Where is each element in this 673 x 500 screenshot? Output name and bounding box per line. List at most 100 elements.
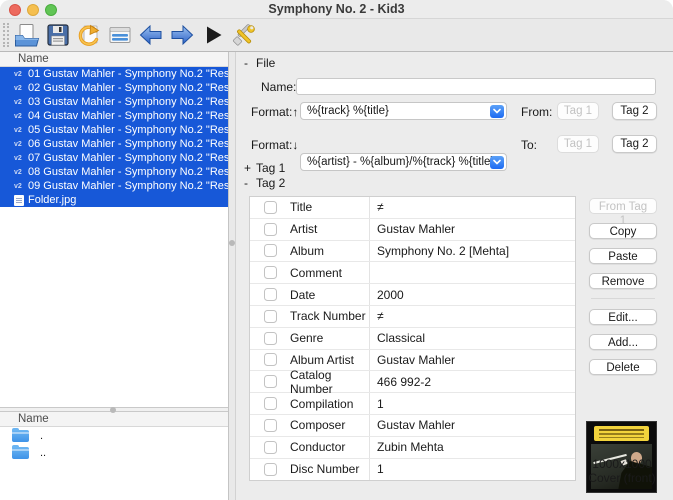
file-row[interactable]: v2 06 Gustav Mahler - Symphony No.2 "Res… [0, 137, 228, 151]
revert-button[interactable] [75, 21, 104, 50]
frame-checkbox[interactable] [264, 223, 277, 236]
folder-row[interactable]: .. [0, 444, 228, 461]
file-row[interactable]: v2 02 Gustav Mahler - Symphony No.2 "Res… [0, 81, 228, 95]
file-name: Folder.jpg [28, 194, 76, 206]
file-name: 03 Gustav Mahler - Symphony No.2 "Resurr [28, 96, 228, 108]
file-row[interactable]: v2 01 Gustav Mahler - Symphony No.2 "Res… [0, 67, 228, 81]
frame-checkbox[interactable] [264, 266, 277, 279]
frame-checkbox[interactable] [264, 397, 277, 410]
name-label: Name: [261, 80, 296, 94]
frame-row: Title ≠ [250, 197, 575, 219]
tag2-section-toggle[interactable]: -Tag 2 [244, 176, 285, 190]
frame-checkbox[interactable] [264, 244, 277, 257]
next-file-button[interactable] [168, 21, 197, 50]
frame-checkbox[interactable] [264, 463, 277, 476]
tag1-section-toggle[interactable]: +Tag 1 [244, 161, 285, 175]
frame-value[interactable]: Symphony No. 2 [Mehta] [370, 244, 575, 258]
file-row[interactable]: v2 07 Gustav Mahler - Symphony No.2 "Res… [0, 151, 228, 165]
tag1-section-label: Tag 1 [256, 161, 285, 175]
previous-file-button[interactable] [137, 21, 166, 50]
tag-v2-badge-icon: v2 [14, 141, 28, 148]
revert-icon [76, 22, 102, 48]
file-name: 08 Gustav Mahler - Symphony No.2 "Resurr [28, 166, 228, 178]
file-row-image[interactable]: Folder.jpg [0, 193, 228, 207]
file-row[interactable]: v2 05 Gustav Mahler - Symphony No.2 "Res… [0, 123, 228, 137]
tag2-edit-button[interactable]: Edit... [589, 309, 657, 325]
folder-list: . .. [0, 427, 228, 461]
tag-v2-badge-icon: v2 [14, 169, 28, 176]
format-from-filename-combo[interactable]: %{track} %{title} [300, 102, 507, 120]
play-button[interactable] [199, 21, 228, 50]
frame-value[interactable]: 1 [370, 462, 575, 476]
file-row[interactable]: v2 09 Gustav Mahler - Symphony No.2 "Res… [0, 179, 228, 193]
frame-value[interactable]: Gustav Mahler [370, 353, 575, 367]
arrow-right-icon [169, 22, 195, 48]
frame-value[interactable]: 466 992-2 [370, 375, 575, 389]
horizontal-splitter[interactable] [0, 407, 228, 412]
buttons-separator [591, 298, 655, 299]
frame-checkbox-cell [250, 353, 277, 366]
frame-value[interactable]: Classical [370, 331, 575, 345]
frame-value[interactable]: 2000 [370, 288, 575, 302]
file-name: 05 Gustav Mahler - Symphony No.2 "Resurr [28, 124, 228, 136]
frame-checkbox[interactable] [264, 332, 277, 345]
combo-value: %{artist} - %{album}/%{track} %{title} [307, 156, 494, 168]
frame-row: Date 2000 [250, 284, 575, 306]
frame-value[interactable]: 1 [370, 397, 575, 411]
file-row[interactable]: v2 03 Gustav Mahler - Symphony No.2 "Res… [0, 95, 228, 109]
frame-value[interactable]: Zubin Mehta [370, 440, 575, 454]
frame-label: Title [277, 197, 370, 218]
frame-value[interactable]: ≠ [370, 200, 575, 214]
to-tag2-button[interactable]: Tag 2 [612, 135, 657, 153]
tag-v2-badge-icon: v2 [14, 127, 28, 134]
frame-checkbox[interactable] [264, 441, 277, 454]
tag2-action-button[interactable]: Paste [589, 248, 657, 264]
folder-row[interactable]: . [0, 427, 228, 444]
dg-cartouche [594, 426, 649, 441]
tag2-edit-button[interactable]: Add... [589, 334, 657, 350]
from-tag2-button[interactable]: Tag 2 [612, 102, 657, 120]
file-list-header[interactable]: Name [0, 52, 228, 67]
main-area: Name v2 01 Gustav Mahler - Symphony No.2… [0, 52, 673, 500]
frame-checkbox[interactable] [264, 375, 277, 388]
frame-row: Comment [250, 262, 575, 284]
save-icon [45, 22, 71, 48]
frame-checkbox[interactable] [264, 201, 277, 214]
chevron-down-icon [490, 105, 504, 118]
playlist-button[interactable] [106, 21, 135, 50]
tag2-edit-button[interactable]: Delete [589, 359, 657, 375]
frame-row: Composer Gustav Mahler [250, 415, 575, 437]
frame-value[interactable]: ≠ [370, 309, 575, 323]
settings-button[interactable] [230, 21, 259, 50]
from-tag1-button: Tag 1 [557, 102, 599, 120]
frame-checkbox[interactable] [264, 419, 277, 432]
collapse-indicator: - [244, 56, 256, 70]
vertical-splitter[interactable] [229, 52, 236, 500]
save-button[interactable] [44, 21, 73, 50]
file-name: 07 Gustav Mahler - Symphony No.2 "Resurr [28, 152, 228, 164]
frame-label: Composer [277, 415, 370, 436]
frame-value[interactable]: Gustav Mahler [370, 222, 575, 236]
open-folder-button[interactable] [13, 21, 42, 50]
file-row[interactable]: v2 08 Gustav Mahler - Symphony No.2 "Res… [0, 165, 228, 179]
format-to-filename-combo[interactable]: %{artist} - %{album}/%{track} %{title} [300, 153, 507, 171]
from-label: From: [521, 105, 552, 119]
frame-checkbox[interactable] [264, 288, 277, 301]
tag2-action-button[interactable]: Copy [589, 223, 657, 239]
file-name: 09 Gustav Mahler - Symphony No.2 "Resurr [28, 180, 228, 192]
tag-v2-badge-icon: v2 [14, 71, 28, 78]
crossed-tools-icon [231, 22, 257, 48]
frame-row: Track Number ≠ [250, 306, 575, 328]
frame-value[interactable]: Gustav Mahler [370, 418, 575, 432]
folder-list-header[interactable]: Name [0, 412, 228, 427]
frame-checkbox[interactable] [264, 310, 277, 323]
file-section-toggle[interactable]: -File [244, 56, 275, 70]
folder-name: .. [40, 447, 46, 459]
toolbar-drag-handle[interactable] [3, 23, 9, 47]
frame-checkbox[interactable] [264, 353, 277, 366]
frame-checkbox-cell [250, 419, 277, 432]
filename-input[interactable] [296, 78, 656, 95]
frame-row: Disc Number 1 [250, 459, 575, 481]
tag2-action-button[interactable]: Remove [589, 273, 657, 289]
file-row[interactable]: v2 04 Gustav Mahler - Symphony No.2 "Res… [0, 109, 228, 123]
